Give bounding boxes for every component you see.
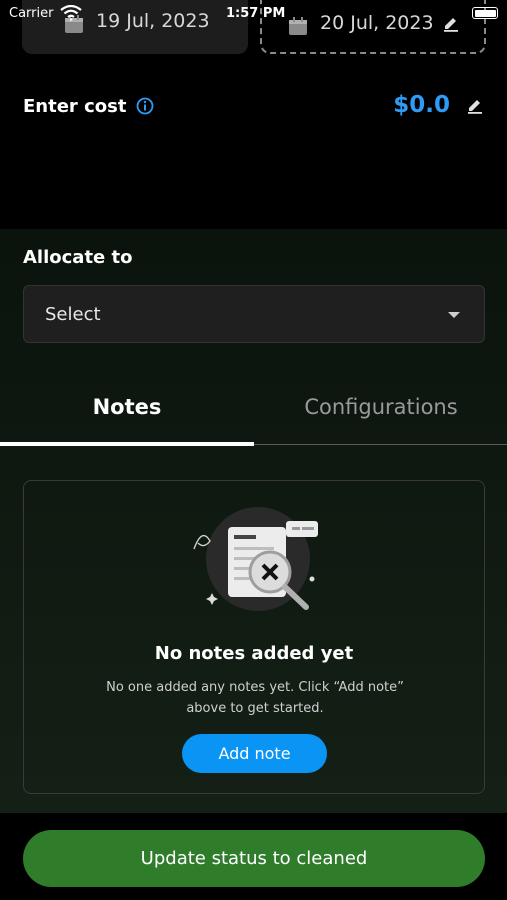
cost-value: $0.0 — [393, 92, 450, 118]
allocate-select-value: Select — [45, 304, 101, 325]
notes-empty-state: No notes added yet No one added any note… — [23, 480, 485, 794]
allocation-and-notes-section: Allocate to Select Notes Configurations — [0, 229, 507, 813]
allocate-label: Allocate to — [23, 247, 133, 268]
empty-state-description: No one added any notes yet. Click “Add n… — [106, 680, 404, 716]
caret-down-icon — [448, 312, 460, 318]
add-note-button[interactable]: Add note — [182, 734, 327, 773]
bottom-action-bar: Update status to cleaned — [0, 813, 507, 900]
info-icon[interactable] — [136, 97, 154, 115]
carrier-label: Carrier — [9, 6, 54, 21]
update-status-button[interactable]: Update status to cleaned — [23, 830, 485, 887]
battery-icon — [472, 7, 498, 19]
active-tab-indicator — [0, 442, 254, 446]
empty-state-title: No notes added yet — [154, 643, 354, 664]
clock-time: 1:57 PM — [226, 6, 286, 21]
pencil-icon[interactable] — [466, 96, 484, 114]
wifi-icon — [60, 5, 82, 21]
tab-bar: Notes Configurations — [0, 377, 507, 446]
cost-label: Enter cost — [23, 96, 127, 117]
status-bar: Carrier 1:57 PM — [0, 0, 507, 28]
allocate-select[interactable]: Select — [23, 285, 485, 343]
tab-notes[interactable]: Notes — [0, 395, 254, 419]
tab-configurations[interactable]: Configurations — [254, 395, 507, 419]
empty-notes-illustration — [193, 507, 318, 611]
cost-row: Enter cost $0.0 — [23, 92, 484, 124]
